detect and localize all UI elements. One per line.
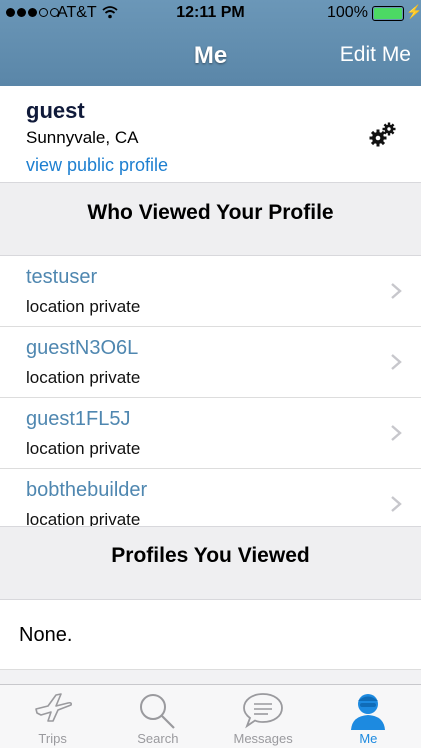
viewer-location: location private [26,368,141,387]
section-header-who-viewed: Who Viewed Your Profile [0,182,421,256]
profile-username: guest [26,98,85,123]
chevron-right-icon [391,354,402,370]
viewer-username: guestN3O6L [26,337,139,359]
chevron-right-icon [391,283,402,299]
battery-percent: 100% [327,4,368,21]
tab-label: Trips [38,731,67,746]
list-item[interactable]: guest1FL5J location private [0,398,421,469]
list-item[interactable]: testuser location private [0,256,421,327]
tab-me[interactable]: Me [316,685,421,748]
chevron-right-icon [391,496,402,512]
tab-search[interactable]: Search [105,685,210,748]
charging-icon: ⚡ [406,4,421,19]
profile-card: guest Sunnyvale, CA view public profile [0,86,421,182]
view-public-profile-link[interactable]: view public profile [26,155,168,176]
person-icon [351,694,386,730]
airplane-icon [34,693,72,722]
empty-state: None. [0,600,421,670]
viewers-list: testuser location private guestN3O6L loc… [0,256,421,526]
empty-state-text: None. [19,624,73,646]
viewer-username: testuser [26,266,98,288]
status-bar: AT&T 12:11 PM 100% ⚡ [0,0,421,26]
viewer-location: location private [26,297,141,316]
tab-label: Me [359,731,378,746]
search-icon [139,694,175,729]
chat-bubble-icon [243,693,284,729]
list-item[interactable]: guestN3O6L location private [0,327,421,398]
viewer-location: location private [26,439,141,458]
tab-trips[interactable]: Trips [0,685,105,748]
tab-bar: Trips Search Messages Me [0,684,421,748]
tab-label: Search [137,731,179,746]
viewer-username: bobthebuilder [26,479,148,501]
profile-location: Sunnyvale, CA [26,128,139,147]
viewer-location: location private [26,510,141,526]
battery-icon [372,6,404,21]
viewer-username: guest1FL5J [26,408,131,430]
tab-messages[interactable]: Messages [211,685,316,748]
edit-me-button[interactable]: Edit Me [340,43,411,67]
chevron-right-icon [391,425,402,441]
list-item[interactable]: bobthebuilder location private [0,469,421,526]
header: AT&T 12:11 PM 100% ⚡ Me Edit Me [0,0,421,86]
settings-gears-icon[interactable] [369,122,397,148]
section-header-profiles-viewed: Profiles You Viewed [0,526,421,600]
tab-label: Messages [233,731,293,746]
